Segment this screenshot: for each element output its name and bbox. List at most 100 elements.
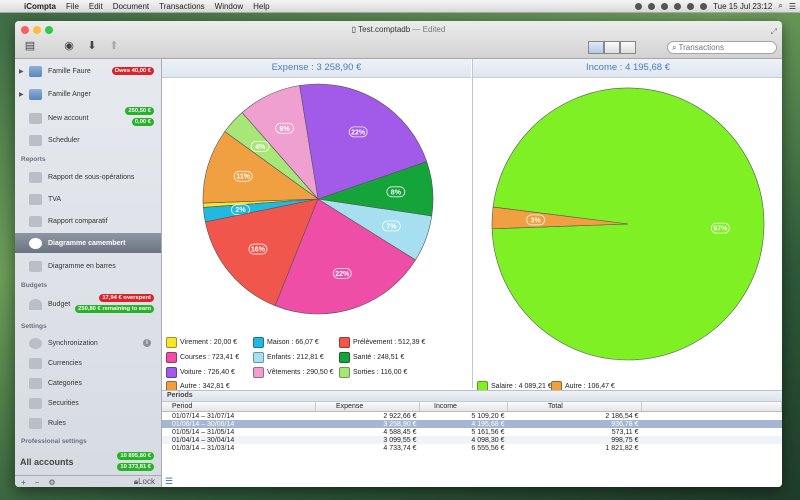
status-icon[interactable] <box>661 2 669 10</box>
sidebar-bottom-bar: + − ⚙ 🔒︎Lock <box>15 475 161 487</box>
owes-badge: Owes 40,00 € <box>111 67 154 75</box>
expense-cell: 4 733,74 € <box>383 444 417 452</box>
period-cell: 01/05/14 – 31/05/14 <box>172 428 235 436</box>
main-window: ▯ Test.comptadb — Edited ⤢ ▤ ◉ ⬇ ⬆ ⌕ ▶ F… <box>15 21 782 487</box>
search-input[interactable] <box>678 43 769 52</box>
fullscreen-icon[interactable]: ⤢ <box>771 27 777 37</box>
balance-badge: 0,00 € <box>131 118 154 126</box>
table-row[interactable]: 01/04/14 – 30/04/14 3 099,55 € 4 098,30 … <box>162 436 782 444</box>
menu-app[interactable]: iCompta <box>24 2 56 11</box>
menu-file[interactable]: File <box>66 2 79 11</box>
sidebar-item-label: Diagramme en barres <box>48 262 116 270</box>
search-field[interactable]: ⌕ <box>667 41 777 54</box>
add-button[interactable]: + <box>21 478 26 487</box>
remove-button[interactable]: − <box>35 478 40 487</box>
clock[interactable]: Tue 15 Jul 23:12 <box>713 2 772 11</box>
menu-document[interactable]: Document <box>113 2 149 11</box>
document-name: Test.comptadb <box>358 25 411 34</box>
disclosure-triangle-icon[interactable]: ▶ <box>19 91 24 98</box>
gear-icon[interactable]: ⚙ <box>48 478 55 487</box>
status-icon[interactable] <box>648 2 656 10</box>
print-icon[interactable]: ▤ <box>23 38 37 52</box>
sidebar-item-bar-chart[interactable]: Diagramme en barres <box>15 257 161 275</box>
sidebar-item-label: Rules <box>48 419 66 427</box>
total-cell: 2 186,54 € <box>605 412 639 420</box>
table-row[interactable]: 01/07/14 – 31/07/14 2 922,66 € 5 109,20 … <box>162 412 782 421</box>
sidebar-item-label: Famille Anger <box>48 90 91 98</box>
column-header-period[interactable]: Period <box>162 402 316 412</box>
menu-window[interactable]: Window <box>215 2 243 11</box>
list-icon[interactable]: ☰ <box>789 2 796 11</box>
menu-edit[interactable]: Edit <box>89 2 103 11</box>
sidebar-item-new-account[interactable]: New account 250,50 € 0,00 € <box>15 107 161 127</box>
all-accounts-label[interactable]: All accounts <box>20 457 74 467</box>
period-cell: 01/04/14 – 30/04/14 <box>162 436 316 444</box>
lock-button[interactable]: 🔒︎Lock <box>134 477 155 487</box>
menu-transactions[interactable]: Transactions <box>159 2 205 11</box>
overspent-badge: 17,94 € overspent <box>99 294 154 302</box>
period-cell: 01/03/14 – 31/03/14 <box>172 444 235 452</box>
legend-label: Enfants : 212,81 € <box>267 354 324 361</box>
table-row[interactable]: 01/05/14 – 31/05/14 4 588,45 € 5 161,56 … <box>162 428 782 436</box>
menu-help[interactable]: Help <box>253 2 269 11</box>
search-icon[interactable]: ⌕ <box>778 1 782 11</box>
legend-label: Vêtements : 290,50 € <box>267 369 334 376</box>
battery-icon[interactable] <box>700 2 708 10</box>
sidebar-item-currencies[interactable]: Currencies <box>15 354 161 372</box>
column-header-expense[interactable]: Expense <box>315 402 420 412</box>
income-panel: Income : 4 195,68 € 97% 3% Salaire : 4 08… <box>472 59 782 392</box>
sidebar-item-tva[interactable]: TVA <box>15 190 161 208</box>
expense-cell: 3 258,90 € <box>315 420 420 428</box>
sidebar-item-comparative-report[interactable]: Rapport comparatif <box>15 212 161 230</box>
sidebar-item-securities[interactable]: Securities <box>15 394 161 412</box>
volume-icon[interactable] <box>687 2 695 10</box>
export-icon[interactable]: ⬆ <box>107 38 121 52</box>
view-mode-segmented <box>588 41 636 54</box>
empty-cell <box>641 420 782 428</box>
hamburger-menu-icon[interactable]: ☰ <box>165 476 173 487</box>
legend-item-prelevement: Prélèvement : 512,39 € <box>339 337 425 348</box>
wifi-icon[interactable] <box>674 2 682 10</box>
column-header-income[interactable]: Income <box>419 402 508 412</box>
remaining-badge: 250,80 € remaining to earn <box>75 305 154 313</box>
view-mode-sidebar-button[interactable] <box>588 41 604 54</box>
sidebar-item-label: Currencies <box>48 359 82 367</box>
tag-icon <box>29 377 42 389</box>
info-icon[interactable]: i <box>143 339 151 347</box>
pie-label-text: 22% <box>335 271 350 278</box>
total-cell: 936,78 € <box>507 420 642 428</box>
sidebar-item-synchronization[interactable]: Synchronization i <box>15 334 161 352</box>
all-accounts-badge: 10 373,81 € <box>117 463 154 471</box>
pie-label-text: 3% <box>531 217 542 224</box>
total-cell: 573,11 € <box>611 428 639 436</box>
pie-label: 16% <box>248 243 268 255</box>
table-header-row: Period Expense Income Total <box>162 402 782 412</box>
periods-table: Period Expense Income Total 01/07/14 – 3… <box>162 402 782 452</box>
view-mode-split-button[interactable] <box>604 41 620 54</box>
view-mode-bottom-button[interactable] <box>620 41 636 54</box>
sidebar-item-scheduler[interactable]: Scheduler <box>15 131 161 149</box>
table-row[interactable]: 01/03/14 – 31/03/14 4 733,74 € 6 555,56 … <box>162 444 782 452</box>
currency-icon[interactable]: ◉ <box>62 38 76 52</box>
disclosure-triangle-icon[interactable]: ▶ <box>19 68 24 75</box>
column-header-total[interactable]: Total <box>507 402 642 412</box>
status-icon[interactable] <box>635 2 643 10</box>
legend-swatch <box>253 352 264 363</box>
sidebar-item-sub-operations-report[interactable]: Rapport de sous-opérations <box>15 168 161 186</box>
balance-badge: 250,50 € <box>125 107 154 115</box>
expense-panel: Expense : 3 258,90 € 2% 16% 22% 7% 8% 22% 9% 4%… <box>162 59 471 392</box>
title-bar: ▯ Test.comptadb — Edited ⤢ ▤ ◉ ⬇ ⬆ ⌕ <box>15 21 782 59</box>
sidebar-item-rules[interactable]: Rules <box>15 414 161 432</box>
sidebar-item-famille-anger[interactable]: ▶ Famille Anger <box>15 85 161 103</box>
sidebar-item-famille-faure[interactable]: ▶ Famille Faure Owes 40,00 € <box>15 62 161 80</box>
legend-item-virement: Virement : 20,00 € <box>166 337 237 348</box>
legend-label: Sorties : 116,00 € <box>353 369 408 376</box>
sidebar-item-categories[interactable]: Categories <box>15 374 161 392</box>
sidebar-item-budget[interactable]: Budget 17,94 € overspent 250,80 € remain… <box>15 294 161 313</box>
legend-swatch <box>166 367 177 378</box>
table-row-selected[interactable]: 01/06/14 – 30/06/14 3 258,90 € 4 195,68 … <box>162 420 782 428</box>
period-cell: 01/07/14 – 31/07/14 <box>172 412 235 420</box>
legend-swatch <box>339 352 350 363</box>
sidebar-item-pie-chart[interactable]: Diagramme camembert <box>15 233 161 253</box>
import-icon[interactable]: ⬇ <box>85 38 99 52</box>
